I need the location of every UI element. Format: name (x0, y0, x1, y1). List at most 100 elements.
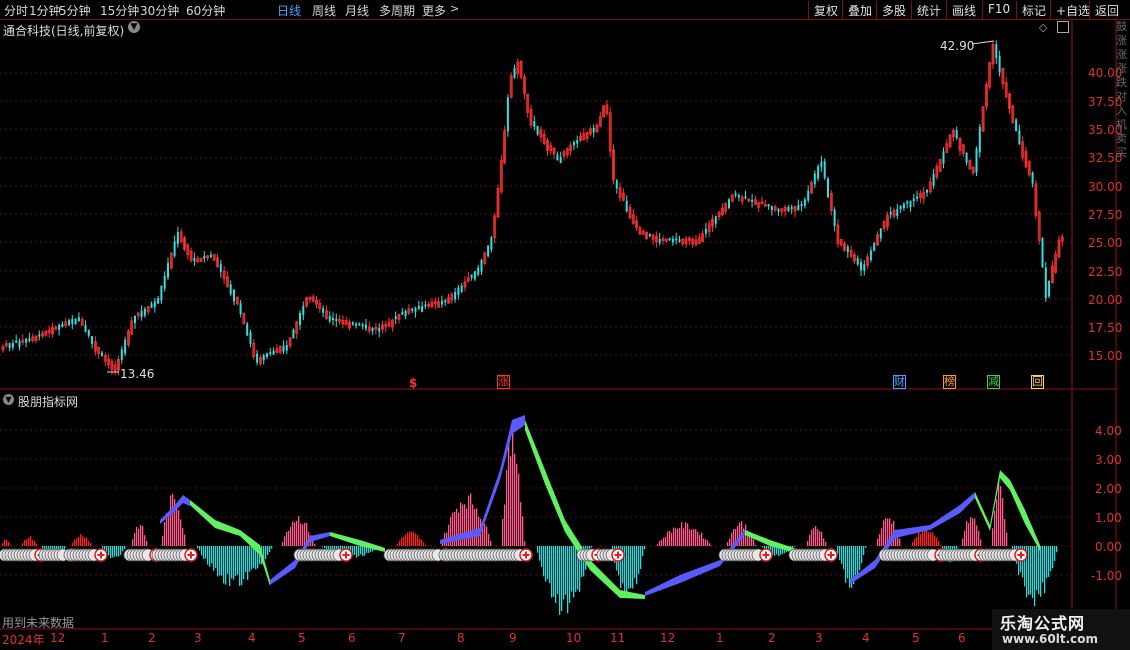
candle-body (417, 305, 420, 309)
mark-button[interactable]: 标记 (1016, 1, 1051, 19)
tab-15min[interactable]: 15分钟 (100, 2, 139, 19)
chevron-down-icon[interactable]: ▼ (128, 21, 140, 33)
candle-body (896, 208, 899, 216)
histogram-bar (815, 525, 817, 546)
tab-1min[interactable]: 1分钟 (29, 2, 61, 19)
histogram-bar (640, 546, 642, 570)
histogram-bar (821, 531, 823, 546)
histogram-bar (819, 531, 821, 546)
candle-body (734, 193, 737, 196)
histogram-bar (239, 546, 241, 586)
candle-body (173, 241, 176, 257)
multi-stock-button[interactable]: 多股 (876, 1, 911, 19)
candle-body (879, 228, 882, 239)
back-button[interactable]: 返回 (1089, 1, 1124, 19)
candle-body (120, 349, 123, 360)
event-marker-finance[interactable]: 财 (893, 375, 906, 389)
histogram-bar (42, 546, 44, 549)
histogram-bar (286, 531, 288, 546)
f10-button[interactable]: F10 (982, 1, 1015, 19)
histogram-bar (813, 527, 815, 546)
histogram-bar (118, 546, 120, 557)
tab-5min[interactable]: 5分钟 (59, 2, 91, 19)
future-data-note: 用到未来数据 (2, 616, 75, 630)
event-marker-dollar[interactable]: $ (409, 376, 417, 390)
candle-body (272, 350, 275, 355)
candle-body (827, 178, 829, 198)
time-axis-label: 6 (348, 631, 356, 645)
histogram-bar (1032, 546, 1034, 599)
event-marker-rise[interactable]: 涨 (497, 375, 510, 389)
histogram-bar (362, 546, 364, 556)
candle-body (536, 125, 539, 135)
histogram-bar (184, 534, 186, 546)
histogram-bar (164, 521, 166, 546)
candle-body (193, 258, 196, 262)
histogram-bar (249, 546, 251, 572)
candle-body (203, 255, 206, 259)
time-axis-label: 9 (509, 631, 517, 645)
candle-body (424, 304, 427, 307)
histogram-bar (729, 538, 731, 546)
histogram-bar (360, 546, 362, 555)
candle-body (955, 130, 958, 139)
histogram-bar (407, 532, 409, 546)
candle-body (355, 323, 358, 326)
histogram-bar (488, 533, 490, 546)
histogram-bar (140, 524, 142, 546)
candle-body (833, 209, 836, 226)
histogram-bar (227, 546, 229, 574)
histogram-bar (112, 546, 114, 558)
histogram-bar (1046, 546, 1048, 579)
histogram-bar (314, 543, 316, 546)
tab-30min[interactable]: 30分钟 (140, 2, 179, 19)
histogram-bar (632, 546, 634, 589)
histogram-bar (1000, 486, 1002, 546)
overlay-button[interactable]: 叠加 (842, 1, 877, 19)
tab-monthly[interactable]: 月线 (345, 2, 369, 19)
histogram-bar (409, 531, 411, 546)
histogram-bar (322, 546, 324, 548)
tab-60min[interactable]: 60分钟 (186, 2, 225, 19)
chevron-down-icon[interactable]: ▼ (3, 394, 14, 405)
histogram-bar (417, 535, 419, 546)
candle-body (909, 200, 912, 208)
statistics-button[interactable]: 统计 (911, 1, 946, 19)
histogram-bar (543, 546, 545, 577)
tab-weekly[interactable]: 周线 (312, 2, 336, 19)
draw-line-button[interactable]: 画线 (946, 1, 981, 19)
restore-rights-button[interactable]: 复权 (808, 1, 843, 19)
chevron-right-icon[interactable]: > (450, 2, 459, 15)
histogram-bar (968, 523, 970, 546)
candle-body (358, 323, 361, 326)
histogram-bar (30, 535, 32, 546)
histogram-bar (470, 493, 472, 546)
histogram-bar (940, 545, 942, 546)
tab-multi-period[interactable]: 多周期 (379, 2, 415, 19)
histogram-bar (573, 546, 575, 598)
candle-body (668, 238, 671, 241)
candle-body (533, 121, 536, 127)
histogram-bar (912, 541, 914, 546)
candle-body (744, 196, 747, 199)
histogram-bar (545, 546, 547, 582)
histogram-bar (401, 537, 403, 546)
tab-daily[interactable]: 日线 (277, 2, 301, 19)
histogram-bar (423, 542, 425, 546)
event-marker-buyback[interactable]: 回 (1031, 375, 1044, 389)
window-toggle-icon[interactable] (1057, 21, 1069, 33)
tab-intraday[interactable]: 分时 (4, 2, 28, 19)
histogram-bar (551, 546, 553, 598)
diamond-icon[interactable]: ◇ (1039, 21, 1047, 34)
tab-more[interactable]: 更多 (422, 2, 446, 19)
histogram-bar (571, 546, 573, 592)
histogram-bar (1052, 546, 1054, 569)
event-marker-reduce[interactable]: 减 (987, 375, 1000, 389)
histogram-bar (116, 546, 118, 557)
candle-body (160, 285, 163, 301)
candle-body (846, 246, 849, 253)
event-marker-ranking[interactable]: 榜 (943, 375, 956, 389)
candle-body (256, 353, 259, 363)
candle-body (101, 352, 103, 357)
histogram-bar (269, 546, 271, 553)
